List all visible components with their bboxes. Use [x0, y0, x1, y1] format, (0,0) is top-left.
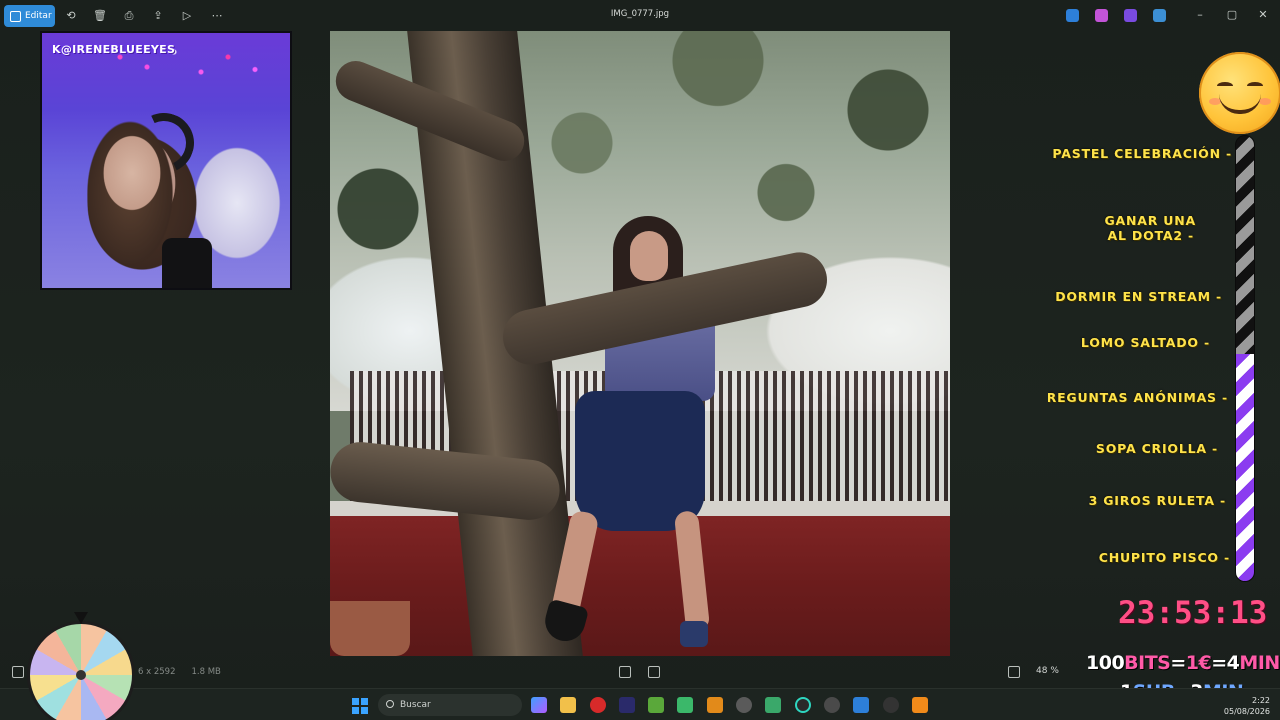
euro-amount: 1€	[1185, 652, 1212, 674]
clock-time: 2:22	[1252, 696, 1270, 705]
close-icon[interactable]: ✕	[1256, 8, 1270, 22]
smiley-emoji-icon	[1199, 52, 1280, 134]
microphone	[162, 238, 212, 288]
app-shortcut-icon[interactable]	[1095, 9, 1108, 22]
windows-start-icon[interactable]	[352, 698, 368, 714]
vlc-icon[interactable]	[912, 697, 928, 713]
equals-sign: =	[1170, 652, 1186, 674]
bits-amount: 100	[1086, 652, 1125, 674]
equals-sign: =	[1211, 652, 1227, 674]
bits-word: BITS	[1124, 652, 1171, 674]
app-icon[interactable]	[736, 697, 752, 713]
app-shortcut-icon[interactable]	[1066, 9, 1079, 22]
maximize-icon[interactable]: ▢	[1225, 8, 1239, 22]
search-placeholder: Buscar	[400, 700, 431, 710]
image-dimensions: 6 x 2592	[138, 667, 176, 677]
app-icon[interactable]	[648, 697, 664, 713]
copilot-icon[interactable]	[531, 697, 547, 713]
subathon-timer: 23:53:13	[1118, 595, 1268, 631]
chatgpt-icon[interactable]	[824, 697, 840, 713]
image-filesize: 1.8 MB	[191, 667, 221, 677]
goal-item: DORMIR EN STREAM -	[1055, 289, 1222, 304]
roulette-wheel	[27, 621, 135, 720]
bits-rate: 100BITS=1€=4MIN	[1086, 652, 1280, 674]
plant-pot	[330, 601, 410, 656]
actual-size-icon[interactable]	[648, 666, 660, 678]
app-shortcut-icon[interactable]	[1153, 9, 1166, 22]
goal-item: CHUPITO PISCO -	[1098, 550, 1230, 565]
app-icon[interactable]	[707, 697, 723, 713]
goal-progress-bar	[1235, 135, 1255, 582]
system-clock[interactable]: 2:22 05/08/2026	[1222, 695, 1270, 717]
zoom-level[interactable]: 48 %	[1036, 666, 1059, 676]
goal-item: GANAR UNA	[1104, 213, 1196, 228]
opera-icon[interactable]	[590, 697, 606, 713]
media-player-icon[interactable]	[883, 697, 899, 713]
taskbar-search[interactable]: Buscar	[378, 694, 522, 716]
subathon-goals: PASTEL CELEBRACIÓN - GANAR UNA AL DOTA2 …	[1048, 130, 1234, 580]
minimize-icon[interactable]: –	[1193, 8, 1207, 22]
girl-pants	[575, 391, 705, 531]
fit-to-window-icon[interactable]	[619, 666, 631, 678]
goal-item: REGUNTAS ANÓNIMAS -	[1048, 390, 1228, 405]
sandal	[680, 621, 708, 647]
minutes-amount: 4	[1226, 652, 1240, 674]
app-shortcut-icon[interactable]	[1124, 9, 1137, 22]
streamer-handle: K@IRENEBLUEEYES	[52, 43, 176, 56]
displayed-photo	[330, 31, 950, 656]
file-title: IMG_0777.jpg	[610, 9, 670, 19]
image-info: 6 x 2592 1.8 MB	[138, 667, 221, 677]
goal-item: AL DOTA2 -	[1107, 228, 1194, 243]
goal-item: 3 GIROS RULETA -	[1088, 493, 1226, 508]
photo-viewer-titlebar: Editar ⟲ 🗑 ⎙ ⇪ ▷ ⋯ IMG_0777.jpg – ▢ ✕	[0, 0, 1280, 32]
goal-item: SOPA CRIOLLA -	[1095, 441, 1218, 456]
screen: Editar ⟲ 🗑 ⎙ ⇪ ▷ ⋯ IMG_0777.jpg – ▢ ✕ K@…	[0, 0, 1280, 720]
taskbar: Buscar 2:22 05/08/2026	[0, 688, 1280, 720]
app-icon[interactable]	[795, 697, 811, 713]
webcam-overlay: K@IRENEBLUEEYES	[40, 31, 292, 290]
goal-item: LOMO SALTADO -	[1080, 335, 1210, 350]
girl-face	[630, 231, 668, 281]
zoom-fit-icon[interactable]	[1008, 666, 1020, 678]
after-effects-icon[interactable]	[619, 697, 635, 713]
goal-progress-fill	[1236, 354, 1254, 581]
clock-date: 05/08/2026	[1223, 707, 1270, 716]
goal-item: PASTEL CELEBRACIÓN -	[1052, 146, 1232, 161]
red-wall	[330, 516, 950, 656]
wheel-pointer	[74, 612, 88, 624]
search-icon	[386, 700, 394, 708]
file-explorer-icon[interactable]	[560, 697, 576, 713]
minutes-word: MIN	[1239, 652, 1280, 674]
app-icon[interactable]	[765, 697, 781, 713]
photos-app-icon[interactable]	[853, 697, 869, 713]
film-strip-icon[interactable]	[12, 666, 24, 678]
app-icon[interactable]	[677, 697, 693, 713]
